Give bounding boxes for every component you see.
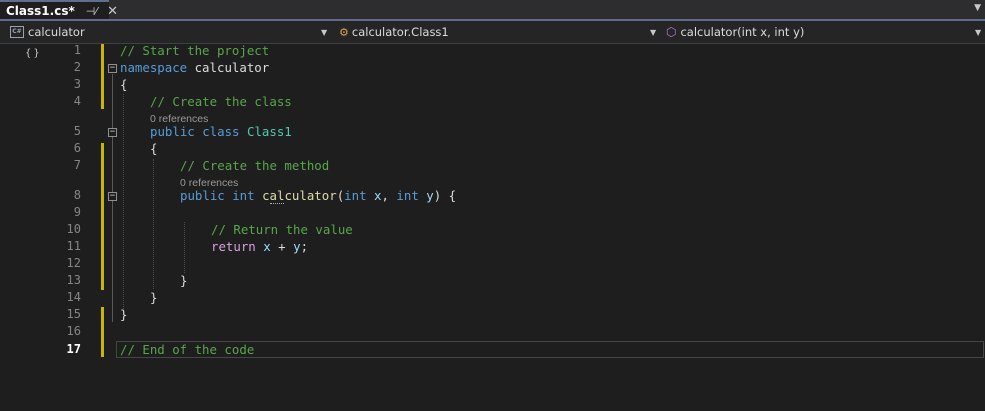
member-chevron-down-icon[interactable]: ▼ [975,28,981,37]
code-line: 14 } [0,289,985,306]
code-editor[interactable]: { } − − − 1 // Start the project 2 names… [0,42,985,411]
code-brace: { [120,77,128,92]
document-tab-strip: Class1.cs* ⊣⁄ ✕ ▼ [0,0,985,20]
tab-class1-cs[interactable]: Class1.cs* ⊣⁄ ✕ [0,0,118,20]
code-line: 6 { [0,140,985,157]
line-number: 2 [73,60,81,74]
code-line: 3 { [0,76,985,93]
keyword: namespace [120,60,188,75]
line-number: 5 [73,124,81,138]
code-comment: // Start the project [120,43,270,58]
code-line: 7 // Create the method [0,157,985,174]
code-line-current: 17 // End of the code [0,341,985,358]
line-number: 11 [66,239,81,253]
line-number: 3 [73,77,81,91]
operator: + [270,239,294,254]
code-line: 1 // Start the project [0,42,985,59]
line-number: 7 [73,158,81,172]
line-number: 6 [73,141,81,155]
line-number: 15 [66,307,81,321]
line-number: 14 [66,290,81,304]
member-dropdown-label: calculator(int x, int y) [680,25,805,39]
code-comment: // End of the code [120,342,255,357]
code-text: public class Class1 [150,123,292,140]
control-keyword: return [211,239,256,254]
project-dropdown[interactable]: C# calculator [10,23,332,41]
line-number: 10 [66,222,81,236]
punctuation: , [381,188,397,203]
parameter: y [426,188,434,203]
class-icon: ⚙ [339,25,349,39]
project-chevron-down-icon[interactable]: ▼ [321,28,327,37]
punctuation: ) { [433,188,457,203]
tab-title: Class1.cs* [6,4,75,18]
tab-overflow-chevron-down-icon[interactable]: ▼ [974,3,981,13]
type-chevron-down-icon[interactable]: ▼ [650,28,656,37]
code-text: public int calculator (int x, int y) { [180,187,456,204]
code-line: 2 namespace calculator [0,59,985,76]
code-line: 4 // Create the class [0,93,985,110]
code-brace: } [180,273,188,288]
line-number: 4 [73,94,81,108]
code-text: return x + y; [211,238,308,255]
parameter: x [263,239,271,254]
code-brace: { [150,141,158,156]
code-comment: // Return the value [211,222,353,237]
code-comment: // Create the class [150,94,292,109]
code-line: 12 [0,255,985,272]
keyword: int [396,188,419,203]
code-line: 13 } [0,272,985,289]
namespace-name: calculator [187,60,270,75]
type-dropdown[interactable]: ⚙ calculator.Class1 [339,23,659,41]
line-number: 13 [66,273,81,287]
parameter: y [293,239,301,254]
line-number: 1 [73,43,81,57]
keyword: int [344,188,367,203]
line-number: 9 [73,205,81,219]
project-dropdown-label: calculator [28,25,85,39]
type-dropdown-label: calculator.Class1 [351,25,449,39]
keyword: public int [180,188,255,203]
method-name-text: calculator [262,188,337,203]
line-number: 12 [66,256,81,270]
line-number-current: 17 [66,342,81,356]
code-line: 16 [0,323,985,340]
line-number: 8 [73,188,81,202]
method-cube-icon: ⬡ [666,25,677,39]
csharp-project-icon: C# [10,26,24,38]
code-line: 9 [0,204,985,221]
pin-icon[interactable]: ⊣⁄ [86,5,97,18]
code-brace: } [150,290,158,305]
member-dropdown[interactable]: ⬡ calculator(int x, int y) [666,23,976,41]
line-number: 16 [66,324,81,338]
navigation-bar: C# calculator ▼ ⚙ calculator.Class1 ▼ ⬡ … [0,21,985,44]
close-icon[interactable]: ✕ [107,4,118,19]
code-line: 5 public class Class1 [0,123,985,140]
keyword: public class [150,124,240,139]
code-brace: } [120,307,128,322]
code-line: 10 // Return the value [0,221,985,238]
code-line: 15 } [0,306,985,323]
code-comment: // Create the method [180,158,330,173]
class-name: Class1 [247,124,292,139]
code-text: namespace calculator [120,59,269,76]
code-line: 11 return x + y; [0,238,985,255]
punctuation: ; [300,239,309,254]
code-line: 8 public int calculator (int x, int y) { [0,187,985,204]
method-name: calculator [262,188,337,204]
